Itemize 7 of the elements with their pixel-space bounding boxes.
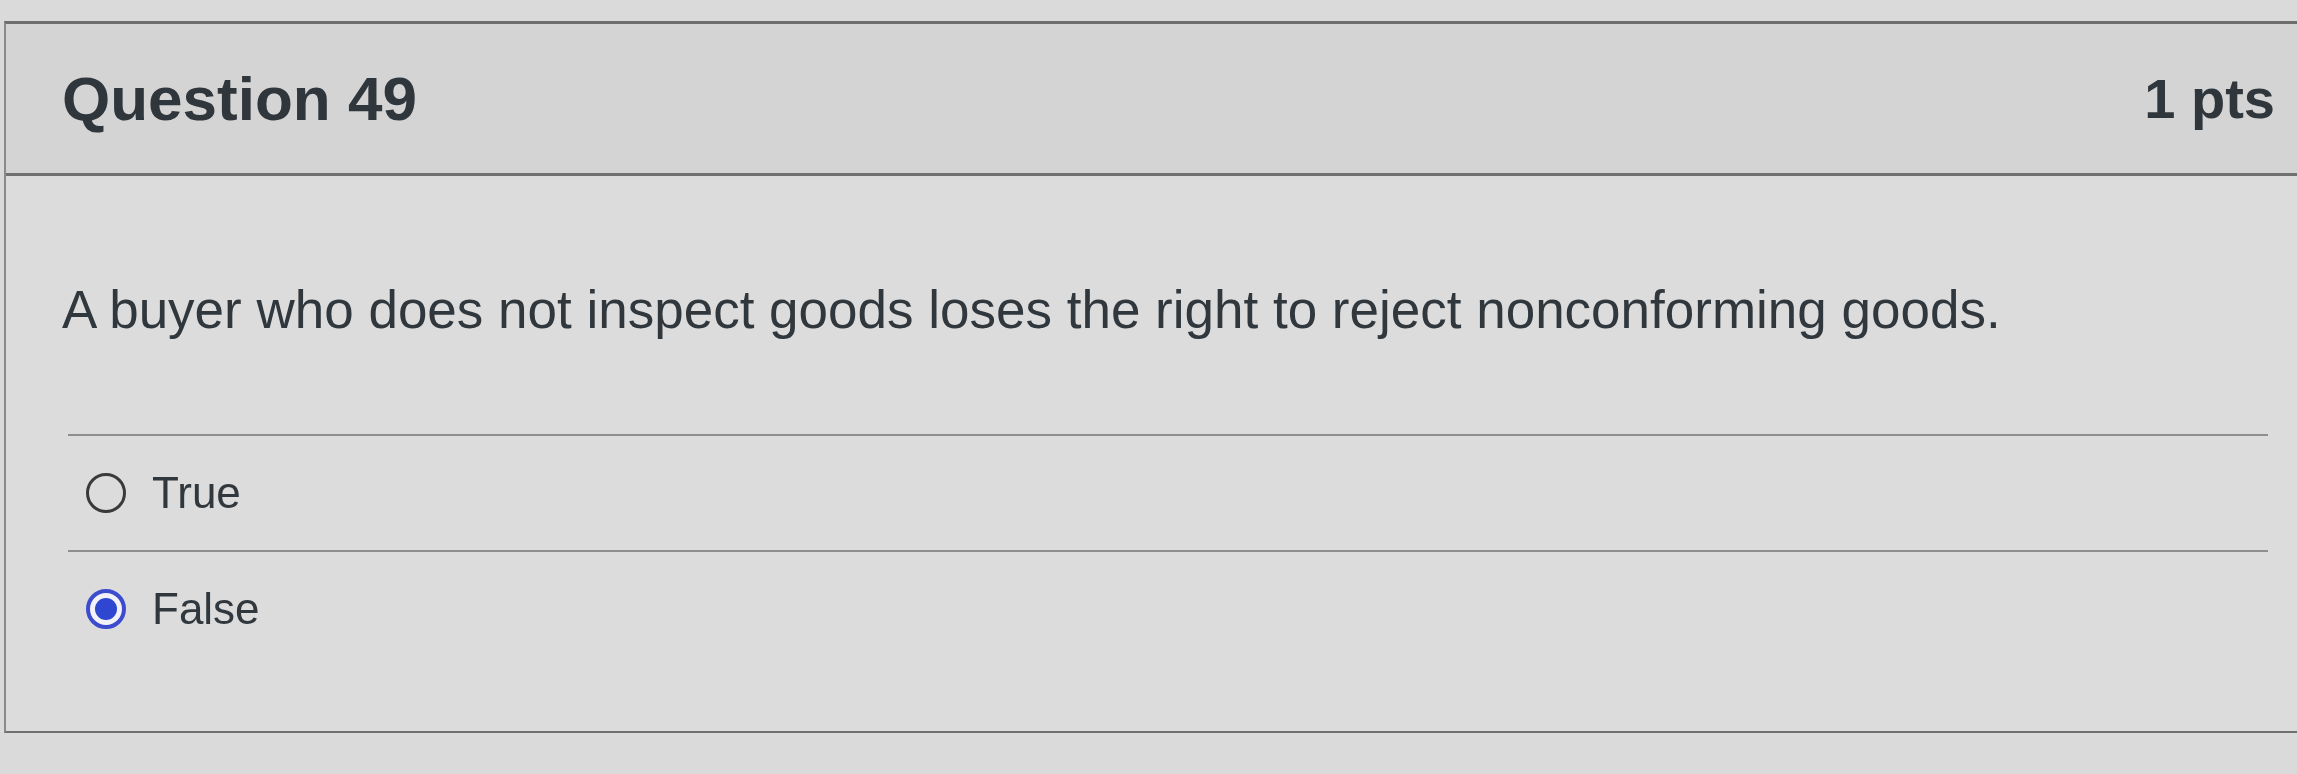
points-label: 1 pts <box>2144 66 2275 131</box>
question-text: A buyer who does not inspect goods loses the right to reject nonconforming goods. <box>62 279 2001 341</box>
question-title: Question 49 <box>62 63 417 134</box>
radio-button[interactable] <box>86 473 126 513</box>
answer-label[interactable]: True <box>152 468 241 518</box>
radio-button[interactable] <box>86 589 126 629</box>
answer-label[interactable]: False <box>152 584 260 634</box>
